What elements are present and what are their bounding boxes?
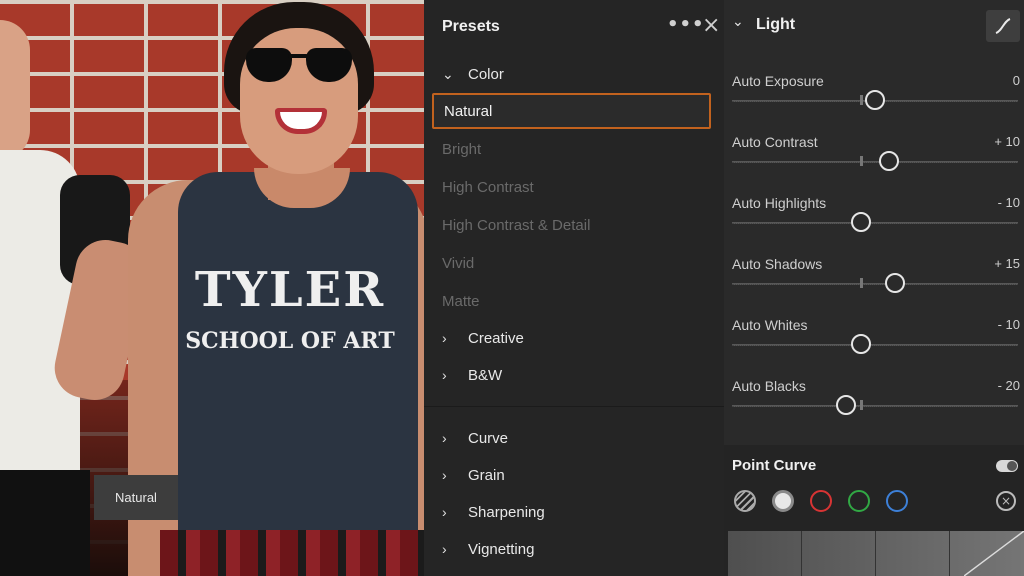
section-sharpening[interactable]: › Sharpening xyxy=(442,500,545,524)
slider-thumb[interactable] xyxy=(865,90,885,110)
slider-auto-shadows: Auto Shadows + 15 xyxy=(732,256,1020,306)
slider-thumb[interactable] xyxy=(879,151,900,171)
preset-high-contrast-detail[interactable]: High Contrast & Detail xyxy=(432,207,711,243)
slider-thumb[interactable] xyxy=(850,334,871,354)
point-curve-title: Point Curve xyxy=(732,457,817,474)
tone-curve-toggle-button[interactable] xyxy=(986,10,1020,42)
chevron-right-icon: › xyxy=(442,430,447,446)
person-left-face xyxy=(0,20,30,160)
slider-value[interactable]: + 15 xyxy=(994,256,1020,271)
reset-curve-icon[interactable]: × xyxy=(996,491,1016,511)
more-options-icon[interactable]: ••• xyxy=(667,16,704,34)
chevron-right-icon: › xyxy=(442,330,447,346)
presets-title: Presets xyxy=(442,18,500,35)
preset-vivid[interactable]: Vivid xyxy=(432,245,711,281)
slider-auto-highlights: Auto Highlights - 10 xyxy=(732,195,1020,245)
chevron-right-icon: › xyxy=(442,541,447,557)
slider-label: Auto Exposure xyxy=(732,73,824,89)
chevron-down-icon: ⌄ xyxy=(442,65,454,82)
preset-natural[interactable]: Natural xyxy=(432,93,711,129)
preset-bright[interactable]: Bright xyxy=(432,131,711,167)
curve-icon xyxy=(995,18,1011,34)
section-vignetting[interactable]: › Vignetting xyxy=(442,537,534,561)
slider-value[interactable]: - 20 xyxy=(998,378,1020,393)
slider-label: Auto Contrast xyxy=(732,134,818,150)
section-vignetting-label: Vignetting xyxy=(468,540,535,558)
group-color-label: Color xyxy=(468,65,504,83)
slider-track[interactable] xyxy=(732,283,1018,285)
blue-channel-icon[interactable] xyxy=(886,490,908,512)
slider-label: Auto Blacks xyxy=(732,378,806,394)
slider-value[interactable]: - 10 xyxy=(998,317,1020,332)
section-curve[interactable]: › Curve xyxy=(442,426,508,450)
preset-high-contrast[interactable]: High Contrast xyxy=(432,169,711,205)
slider-track[interactable] xyxy=(732,222,1018,224)
point-curve-section: Point Curve × xyxy=(724,445,1024,576)
red-channel-icon[interactable] xyxy=(810,490,832,512)
group-creative-label: Creative xyxy=(468,329,524,347)
slider-thumb[interactable] xyxy=(836,395,857,415)
slider-thumb[interactable] xyxy=(850,212,871,232)
shirt-text-line1: TYLER xyxy=(194,262,386,318)
chevron-down-icon[interactable]: ⌄ xyxy=(732,14,744,30)
slider-value[interactable]: 0 xyxy=(1013,73,1020,88)
slider-label: Auto Highlights xyxy=(732,195,827,211)
slider-label: Auto Shadows xyxy=(732,256,823,272)
section-sharpening-label: Sharpening xyxy=(468,503,545,521)
rgb-channel-icon[interactable] xyxy=(772,490,794,512)
slider-track[interactable] xyxy=(732,161,1018,163)
photo-canvas: TYLER SCHOOL OF ART Natural xyxy=(0,0,424,576)
light-panel: ⌄ Light Auto Exposure 0 Auto Contrast + … xyxy=(724,0,1024,576)
slider-auto-exposure: Auto Exposure 0 xyxy=(732,73,1020,123)
group-bw-label: B&W xyxy=(468,366,503,384)
slider-auto-blacks: Auto Blacks - 20 xyxy=(732,378,1020,428)
divider xyxy=(424,406,724,407)
close-icon[interactable]: × xyxy=(702,14,722,38)
slider-track[interactable] xyxy=(732,344,1018,346)
slider-thumb[interactable] xyxy=(885,273,906,293)
slider-label: Auto Whites xyxy=(732,317,808,333)
chevron-right-icon: › xyxy=(442,367,447,383)
group-color[interactable]: ⌄ Color xyxy=(442,62,504,86)
preset-matte[interactable]: Matte xyxy=(432,283,711,319)
slider-auto-whites: Auto Whites - 10 xyxy=(732,317,1020,367)
section-curve-label: Curve xyxy=(468,429,509,447)
chevron-right-icon: › xyxy=(442,467,447,483)
parametric-curve-icon[interactable] xyxy=(734,490,756,512)
section-grain[interactable]: › Grain xyxy=(442,463,505,487)
curve-graph[interactable] xyxy=(728,531,1024,576)
slider-value[interactable]: - 10 xyxy=(998,195,1020,210)
section-grain-label: Grain xyxy=(468,466,505,484)
group-creative[interactable]: › Creative xyxy=(442,326,524,350)
slider-track[interactable] xyxy=(732,405,1018,407)
preset-tooltip: Natural xyxy=(94,475,178,520)
point-curve-toggle[interactable] xyxy=(996,460,1018,472)
slider-auto-contrast: Auto Contrast + 10 xyxy=(732,134,1020,184)
shirt-text-line2: SCHOOL OF ART xyxy=(185,328,395,354)
plaid-shirt xyxy=(160,530,424,576)
presets-header: Presets ••• × xyxy=(424,0,724,52)
group-bw[interactable]: › B&W xyxy=(442,363,502,387)
slider-value[interactable]: + 10 xyxy=(994,134,1020,149)
presets-panel: Presets ••• × ⌄ Color Natural Bright Hig… xyxy=(424,0,724,576)
green-channel-icon[interactable] xyxy=(848,490,870,512)
chevron-right-icon: › xyxy=(442,504,447,520)
light-title: Light xyxy=(756,16,796,33)
curve-line xyxy=(964,531,1024,576)
sunglasses xyxy=(246,48,354,84)
tank-top xyxy=(178,172,418,576)
